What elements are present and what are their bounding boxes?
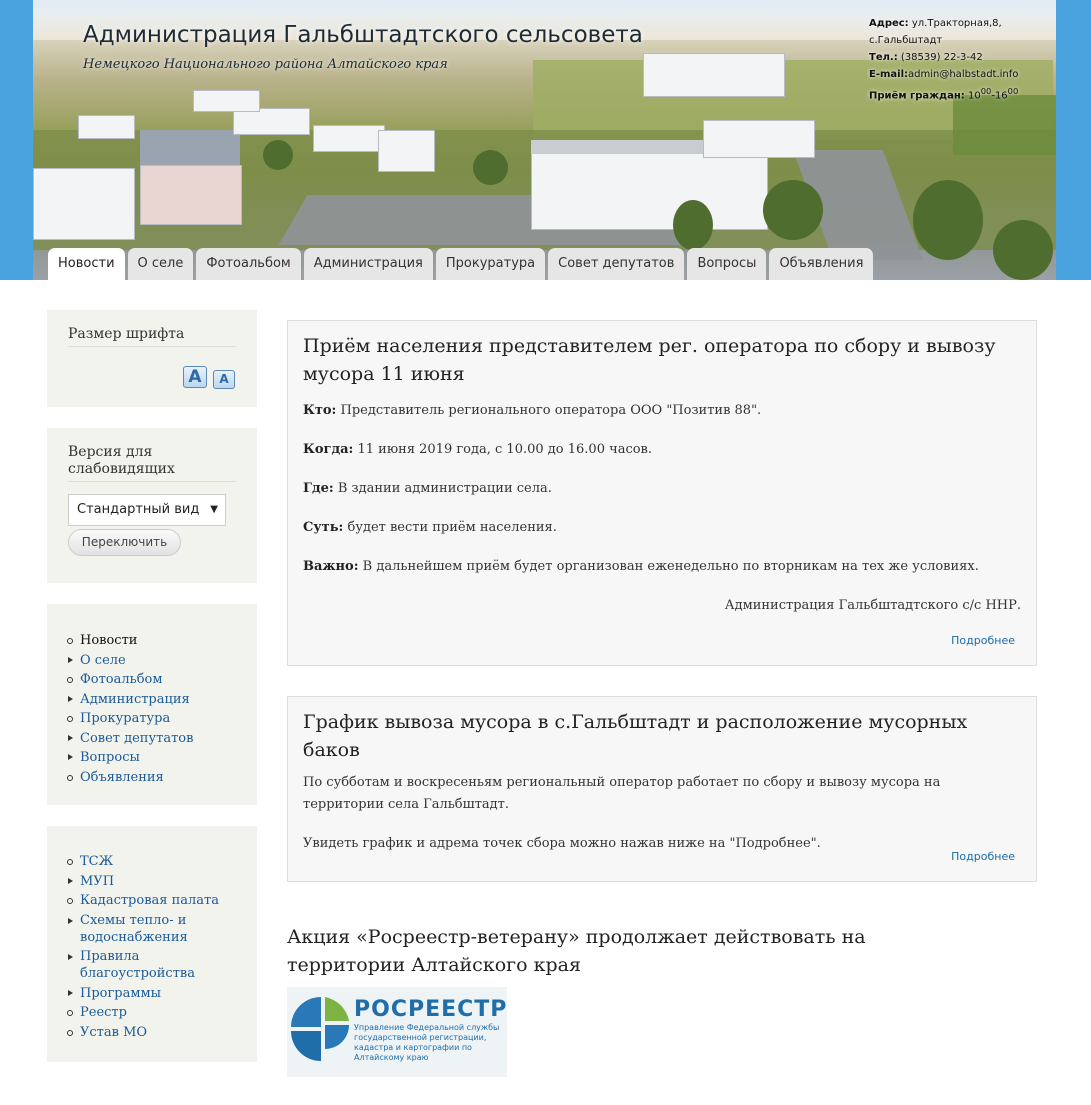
contact-info: Адрес: ул.Тракторная,8, с.Гальбштадт Тел… (869, 15, 1056, 104)
rosreestr-emblem-icon (291, 997, 349, 1061)
site-title[interactable]: Администрация Гальбштадтского сельсовета (83, 22, 643, 48)
sidebar-link-improvement-rules[interactable]: Правила благоустройства (67, 948, 237, 982)
news-article: Приём населения представителем рег. опер… (287, 320, 1037, 666)
main-tabs: Новости О селе Фотоальбом Администрация … (48, 248, 874, 280)
sidebar-item-prosecutor[interactable]: Прокуратура (67, 709, 237, 729)
read-more-link[interactable]: Подробнее (951, 850, 1015, 863)
article-where: Где: В здании администрации села. (303, 481, 552, 496)
email-link[interactable]: admin@halbstadt.info (908, 69, 1018, 80)
tab-administration[interactable]: Администрация (303, 248, 433, 280)
view-mode-value: Стандартный вид (77, 502, 200, 517)
hours-line: Приём граждан: 1000-1600 (869, 86, 1019, 102)
font-size-title: Размер шрифта (68, 326, 236, 347)
right-border (1056, 0, 1091, 280)
article-essence: Суть: будет вести приём населения. (303, 520, 557, 535)
article-important: Важно: В дальнейшем приём будет организо… (303, 559, 979, 574)
rosreestr-logo-caption: Управление Федеральной службы государств… (354, 1023, 500, 1062)
sidebar-link-heat-water-schemes[interactable]: Схемы тепло- и водоснабжения (67, 912, 237, 946)
article-who: Кто: Представитель регионального операто… (303, 403, 762, 418)
sidebar-item-announcements[interactable]: Объявления (67, 768, 237, 788)
tab-about-village[interactable]: О селе (127, 248, 194, 280)
rosreestr-logo-name: РОСРЕЕСТР (354, 997, 507, 1022)
low-vision-title: Версия для слабовидящих (68, 444, 236, 482)
article-title[interactable]: График вывоза мусора в с.Гальбштадт и ра… (303, 708, 1021, 764)
chevron-down-icon: ▼ (210, 504, 218, 515)
tab-council[interactable]: Совет депутатов (548, 248, 685, 280)
header-banner: Администрация Гальбштадтского сельсовета… (33, 0, 1056, 280)
sidebar-link-registry[interactable]: Реестр (67, 1003, 237, 1023)
read-more-link[interactable]: Подробнее (951, 634, 1015, 647)
article-paragraph: Увидеть график и адрема точек сбора можн… (303, 836, 821, 851)
site-subtitle: Немецкого Национального района Алтайског… (83, 57, 448, 72)
left-border (0, 0, 33, 280)
email-line: E-mail:admin@halbstadt.info (869, 69, 1019, 80)
address-line: Адрес: ул.Тракторная,8, с.Гальбштадт (869, 18, 1002, 46)
sidebar-link-mup[interactable]: МУП (67, 872, 237, 892)
sidebar-link-charter[interactable]: Устав МО (67, 1023, 237, 1043)
sidebar-link-tszh[interactable]: ТСЖ (67, 852, 237, 872)
view-mode-select[interactable]: Стандартный вид ▼ (68, 494, 226, 526)
low-vision-block: Версия для слабовидящих Стандартный вид … (47, 428, 257, 583)
sidebar-item-questions[interactable]: Вопросы (67, 748, 237, 768)
tab-news[interactable]: Новости (48, 248, 125, 280)
tab-announcements[interactable]: Объявления (769, 248, 874, 280)
sidebar-link-programs[interactable]: Программы (67, 984, 237, 1004)
tab-prosecutor[interactable]: Прокуратура (435, 248, 546, 280)
sidebar-links: ТСЖ МУП Кадастровая палата Схемы тепло- … (67, 852, 237, 1042)
rosreestr-logo: РОСРЕЕСТР Управление Федеральной службы … (287, 987, 507, 1077)
article-when: Когда: 11 июня 2019 года, с 10.00 до 16.… (303, 442, 652, 457)
font-decrease-button[interactable]: A (213, 370, 235, 389)
font-increase-button[interactable]: A (183, 366, 207, 388)
article-title[interactable]: Приём населения представителем рег. опер… (303, 332, 1021, 388)
news-article: График вывоза мусора в с.Гальбштадт и ра… (287, 696, 1037, 882)
phone-line: Тел.: (38539) 22-3-42 (869, 52, 983, 63)
sidebar-item-council[interactable]: Совет депутатов (67, 729, 237, 749)
article-signature: Администрация Гальбштадтского с/с ННР. (724, 598, 1021, 613)
sidebar-item-administration[interactable]: Администрация (67, 690, 237, 710)
sidebar-item-photo-album[interactable]: Фотоальбом (67, 670, 237, 690)
switch-button[interactable]: Переключить (68, 529, 181, 556)
sidebar-menu: Новости О селе Фотоальбом Администрация … (67, 631, 237, 787)
sidebar-item-about-village[interactable]: О селе (67, 651, 237, 671)
article-paragraph: По субботам и воскресеньям региональный … (303, 775, 941, 812)
font-size-block: Размер шрифта A A (47, 310, 257, 407)
tab-photo-album[interactable]: Фотоальбом (196, 248, 301, 280)
article-title[interactable]: Акция «Росреестр-ветерану» продолжает де… (287, 923, 987, 979)
sidebar-links-block: ТСЖ МУП Кадастровая палата Схемы тепло- … (47, 826, 257, 1062)
sidebar-item-news[interactable]: Новости (67, 631, 237, 651)
sidebar-link-cadastral[interactable]: Кадастровая палата (67, 891, 237, 911)
tab-questions[interactable]: Вопросы (687, 248, 767, 280)
sidebar-menu-block: Новости О селе Фотоальбом Администрация … (47, 604, 257, 805)
